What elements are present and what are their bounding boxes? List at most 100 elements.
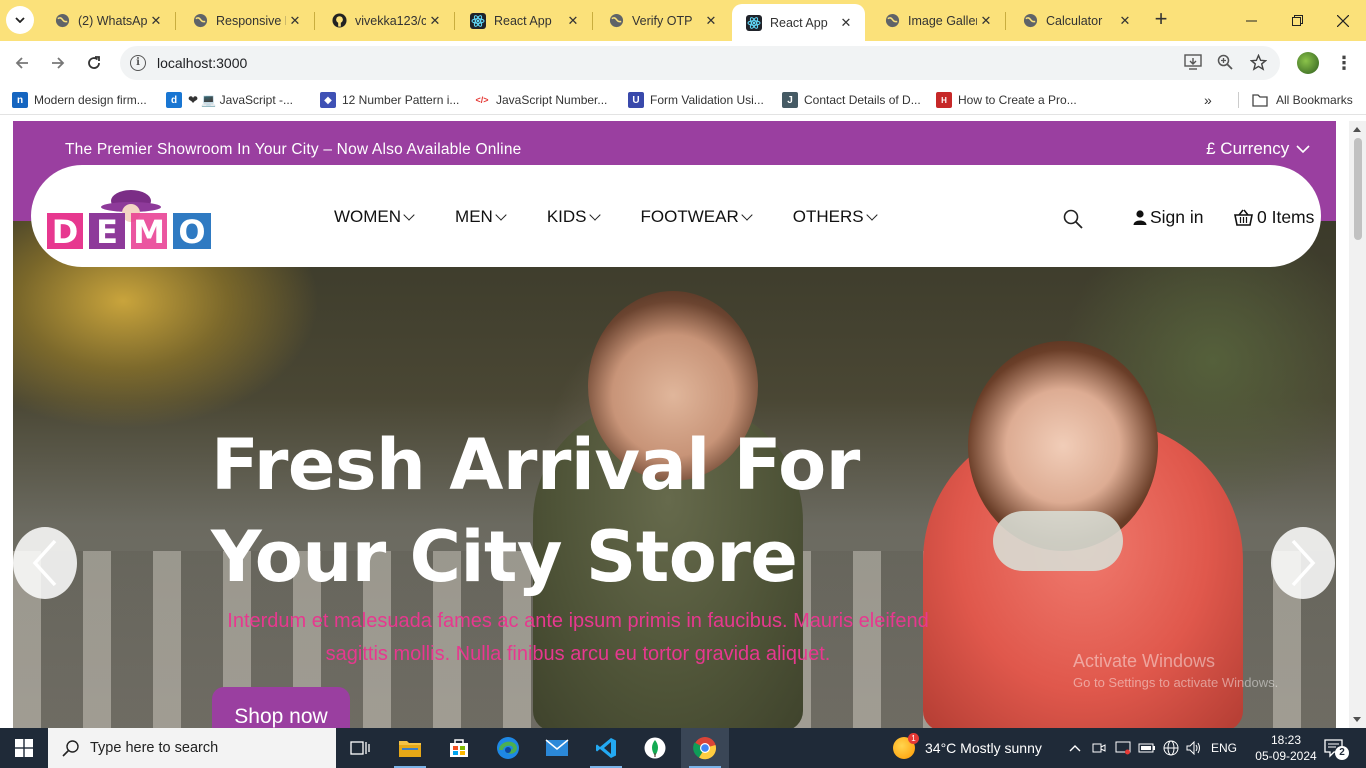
clock-date: 05-09-2024 [1255,749,1317,763]
globe-icon [884,13,900,29]
reload-button[interactable] [80,49,108,77]
bookmark-star-icon[interactable] [1249,53,1267,72]
bookmark-favicon-icon: n [12,92,28,108]
bookmark-item[interactable]: J Contact Details of D... [782,91,921,109]
search-icon[interactable] [1063,209,1083,229]
carousel-next-button[interactable] [1271,527,1335,599]
close-tab-icon[interactable]: ✕ [1116,13,1134,29]
close-tab-icon[interactable]: ✕ [977,13,995,29]
chrome-icon [693,737,717,760]
zoom-icon[interactable] [1216,54,1234,72]
chevron-down-icon [865,208,878,221]
battery-icon[interactable] [1137,728,1157,768]
tab-title: React App [770,15,828,30]
weather-widget[interactable]: 1 34°C Mostly sunny [893,728,1042,768]
meet-now-icon[interactable] [1090,728,1108,768]
volume-icon[interactable] [1184,728,1204,768]
nav-label: FOOTWEAR [640,207,739,226]
globe-icon [192,13,208,29]
tab-calculator[interactable]: Calculator ✕ [1008,0,1144,41]
show-hidden-icons-button[interactable] [1066,728,1084,768]
restore-button[interactable] [1274,0,1320,41]
bookmark-item[interactable]: ◆ 12 Number Pattern i... [320,91,459,109]
cart-link[interactable]: 0 Items [1234,207,1314,228]
browser-menu-icon[interactable]: ⋮ [1334,52,1354,74]
back-button[interactable] [8,49,36,77]
mail-icon [545,739,569,756]
github-icon [331,13,347,29]
install-app-icon[interactable] [1184,54,1202,72]
reload-icon [88,56,100,69]
bookmark-item[interactable]: n Modern design firm... [12,91,147,109]
page-scrollbar[interactable] [1349,121,1366,728]
tab-react-app-1[interactable]: React App ✕ [456,0,592,41]
input-language-indicator[interactable]: ENG [1208,728,1240,768]
close-tab-icon[interactable]: ✕ [286,13,304,29]
bookmark-label: Contact Details of D... [804,93,921,107]
mongodb-compass-button[interactable] [631,728,679,768]
forward-button[interactable] [44,49,72,77]
nav-women[interactable]: WOMEN [334,207,415,227]
sunny-weather-icon: 1 [893,733,919,759]
scroll-up-icon[interactable] [1353,127,1361,132]
new-tab-button[interactable]: + [1150,8,1172,31]
close-tab-icon[interactable]: ✕ [426,13,444,29]
bookmark-item[interactable]: </> JavaScript Number... [474,91,607,109]
nav-others[interactable]: OTHERS [793,207,878,227]
tab-react-app-active[interactable]: React App ✕ [732,4,865,41]
carousel-prev-button[interactable] [13,527,77,599]
microsoft-store-button[interactable] [435,728,483,768]
tab-search-button[interactable] [6,6,34,34]
nav-footwear[interactable]: FOOTWEAR [640,207,753,227]
nav-kids[interactable]: KIDS [547,207,601,227]
bookmark-item[interactable]: U Form Validation Usi... [628,91,764,109]
vscode-button[interactable] [582,728,630,768]
all-bookmarks-button[interactable]: All Bookmarks [1252,91,1353,109]
close-tab-icon[interactable]: ✕ [564,13,582,29]
bookmark-item[interactable]: H How to Create a Pro... [936,91,1077,109]
minimize-button[interactable] [1228,0,1274,41]
close-tab-icon[interactable]: ✕ [837,15,855,31]
tab-whatsapp[interactable]: (2) WhatsApp ✕ [40,0,175,41]
scrollbar-thumb[interactable] [1354,138,1362,240]
start-button[interactable] [0,728,48,768]
edge-button[interactable] [484,728,532,768]
tab-image-gallery[interactable]: Image Galler ✕ [870,0,1005,41]
bookmark-label: 12 Number Pattern i... [342,93,460,107]
tab-title: React App [494,13,552,28]
taskbar-search-box[interactable]: Type here to search [48,728,336,768]
scroll-down-icon[interactable] [1353,717,1361,722]
close-window-button[interactable] [1320,0,1366,41]
network-activity-icon[interactable] [1113,728,1133,768]
browser-toolbar: i localhost:3000 ⋮ [0,41,1366,85]
chevron-down-icon [588,208,601,221]
network-globe-icon[interactable] [1161,728,1181,768]
bookmark-item[interactable]: d ❤ 💻 JavaScript -... [166,91,293,109]
chevron-down-icon [495,208,507,221]
tab-responsive[interactable]: Responsive F ✕ [178,0,314,41]
currency-selector[interactable]: £ Currency [1206,139,1310,159]
address-bar[interactable]: i localhost:3000 [120,46,1280,80]
mail-button[interactable] [533,728,581,768]
close-tab-icon[interactable]: ✕ [702,13,720,29]
chevron-down-icon [1296,145,1310,154]
nav-men[interactable]: MEN [455,207,507,227]
shop-now-button[interactable]: Shop now [212,687,350,728]
bookmark-label: ❤ 💻 JavaScript -... [188,93,294,107]
more-bookmarks-button[interactable]: » [1204,91,1212,109]
tab-verify-otp[interactable]: Verify OTP ✕ [594,0,730,41]
demo-logo[interactable]: D E M O [45,187,215,253]
tagline-text: The Premier Showroom In Your City – Now … [65,141,522,158]
taskbar-clock[interactable]: 18:23 05-09-2024 [1255,732,1317,764]
task-view-button[interactable] [336,728,384,768]
sign-in-link[interactable]: Sign in [1133,207,1204,228]
site-info-icon[interactable]: i [130,55,146,71]
chrome-button[interactable] [681,728,729,768]
watermark-subtitle: Go to Settings to activate Windows. [1073,675,1279,690]
notification-center-button[interactable]: 2 [1322,736,1349,760]
file-explorer-button[interactable] [386,728,434,768]
close-tab-icon[interactable]: ✕ [147,13,165,29]
tab-github[interactable]: vivekka123/c ✕ [317,0,454,41]
profile-avatar[interactable] [1297,52,1319,74]
url-text[interactable]: localhost:3000 [157,55,247,71]
